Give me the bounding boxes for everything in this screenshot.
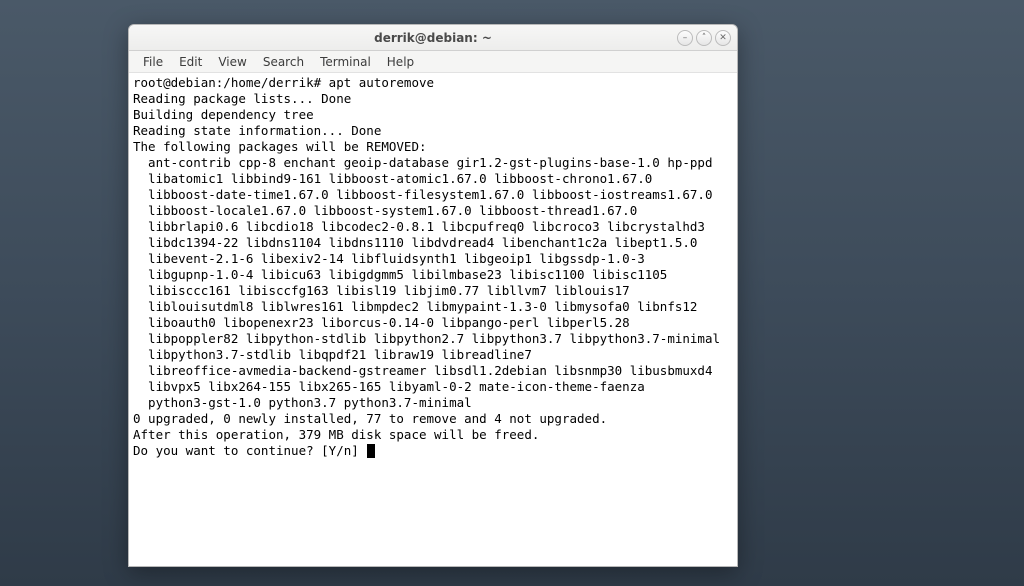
terminal-line: ant-contrib cpp-8 enchant geoip-database… (133, 155, 733, 171)
terminal-line: 0 upgraded, 0 newly installed, 77 to rem… (133, 411, 733, 427)
terminal-window: derrik@debian: ~ – ˄ ✕ File Edit View Se… (128, 24, 738, 567)
terminal-line: libboost-date-time1.67.0 libboost-filesy… (133, 187, 733, 203)
terminal-line: libboost-locale1.67.0 libboost-system1.6… (133, 203, 733, 219)
terminal-prompt-line[interactable]: Do you want to continue? [Y/n] (133, 443, 733, 459)
maximize-button[interactable]: ˄ (696, 30, 712, 46)
terminal-line: libevent-2.1-6 libexiv2-14 libfluidsynth… (133, 251, 733, 267)
terminal-line: libatomic1 libbind9-161 libboost-atomic1… (133, 171, 733, 187)
terminal-line: Building dependency tree (133, 107, 733, 123)
menu-terminal[interactable]: Terminal (312, 53, 379, 71)
cursor-block (367, 444, 375, 458)
window-title: derrik@debian: ~ (129, 31, 737, 45)
terminal-line: Reading state information... Done (133, 123, 733, 139)
terminal-line: libgupnp-1.0-4 libicu63 libigdgmm5 libil… (133, 267, 733, 283)
terminal-line: root@debian:/home/derrik# apt autoremove (133, 75, 733, 91)
terminal-line: liboauth0 libopenexr23 liborcus-0.14-0 l… (133, 315, 733, 331)
window-controls: – ˄ ✕ (677, 30, 731, 46)
menu-edit[interactable]: Edit (171, 53, 210, 71)
terminal-line: libdc1394-22 libdns1104 libdns1110 libdv… (133, 235, 733, 251)
terminal-line: liblouisutdml8 liblwres161 libmpdec2 lib… (133, 299, 733, 315)
terminal-line: libbrlapi0.6 libcdio18 libcodec2-0.8.1 l… (133, 219, 733, 235)
menu-view[interactable]: View (210, 53, 254, 71)
prompt-text: Do you want to continue? [Y/n] (133, 443, 366, 459)
terminal-line: python3-gst-1.0 python3.7 python3.7-mini… (133, 395, 733, 411)
terminal-line: libisccc161 libisccfg163 libisl19 libjim… (133, 283, 733, 299)
terminal-output-area[interactable]: root@debian:/home/derrik# apt autoremove… (129, 73, 737, 566)
close-icon: ✕ (719, 33, 727, 43)
maximize-icon: ˄ (702, 33, 707, 43)
terminal-line: libpython3.7-stdlib libqpdf21 libraw19 l… (133, 347, 733, 363)
terminal-line: The following packages will be REMOVED: (133, 139, 733, 155)
terminal-line: libpoppler82 libpython-stdlib libpython2… (133, 331, 733, 347)
terminal-line: libvpx5 libx264-155 libx265-165 libyaml-… (133, 379, 733, 395)
minimize-icon: – (683, 33, 688, 43)
terminal-line: libreoffice-avmedia-backend-gstreamer li… (133, 363, 733, 379)
terminal-line: After this operation, 379 MB disk space … (133, 427, 733, 443)
menu-file[interactable]: File (135, 53, 171, 71)
titlebar[interactable]: derrik@debian: ~ – ˄ ✕ (129, 25, 737, 51)
menu-help[interactable]: Help (379, 53, 422, 71)
terminal-line: Reading package lists... Done (133, 91, 733, 107)
close-button[interactable]: ✕ (715, 30, 731, 46)
menu-search[interactable]: Search (255, 53, 312, 71)
menubar: File Edit View Search Terminal Help (129, 51, 737, 73)
minimize-button[interactable]: – (677, 30, 693, 46)
